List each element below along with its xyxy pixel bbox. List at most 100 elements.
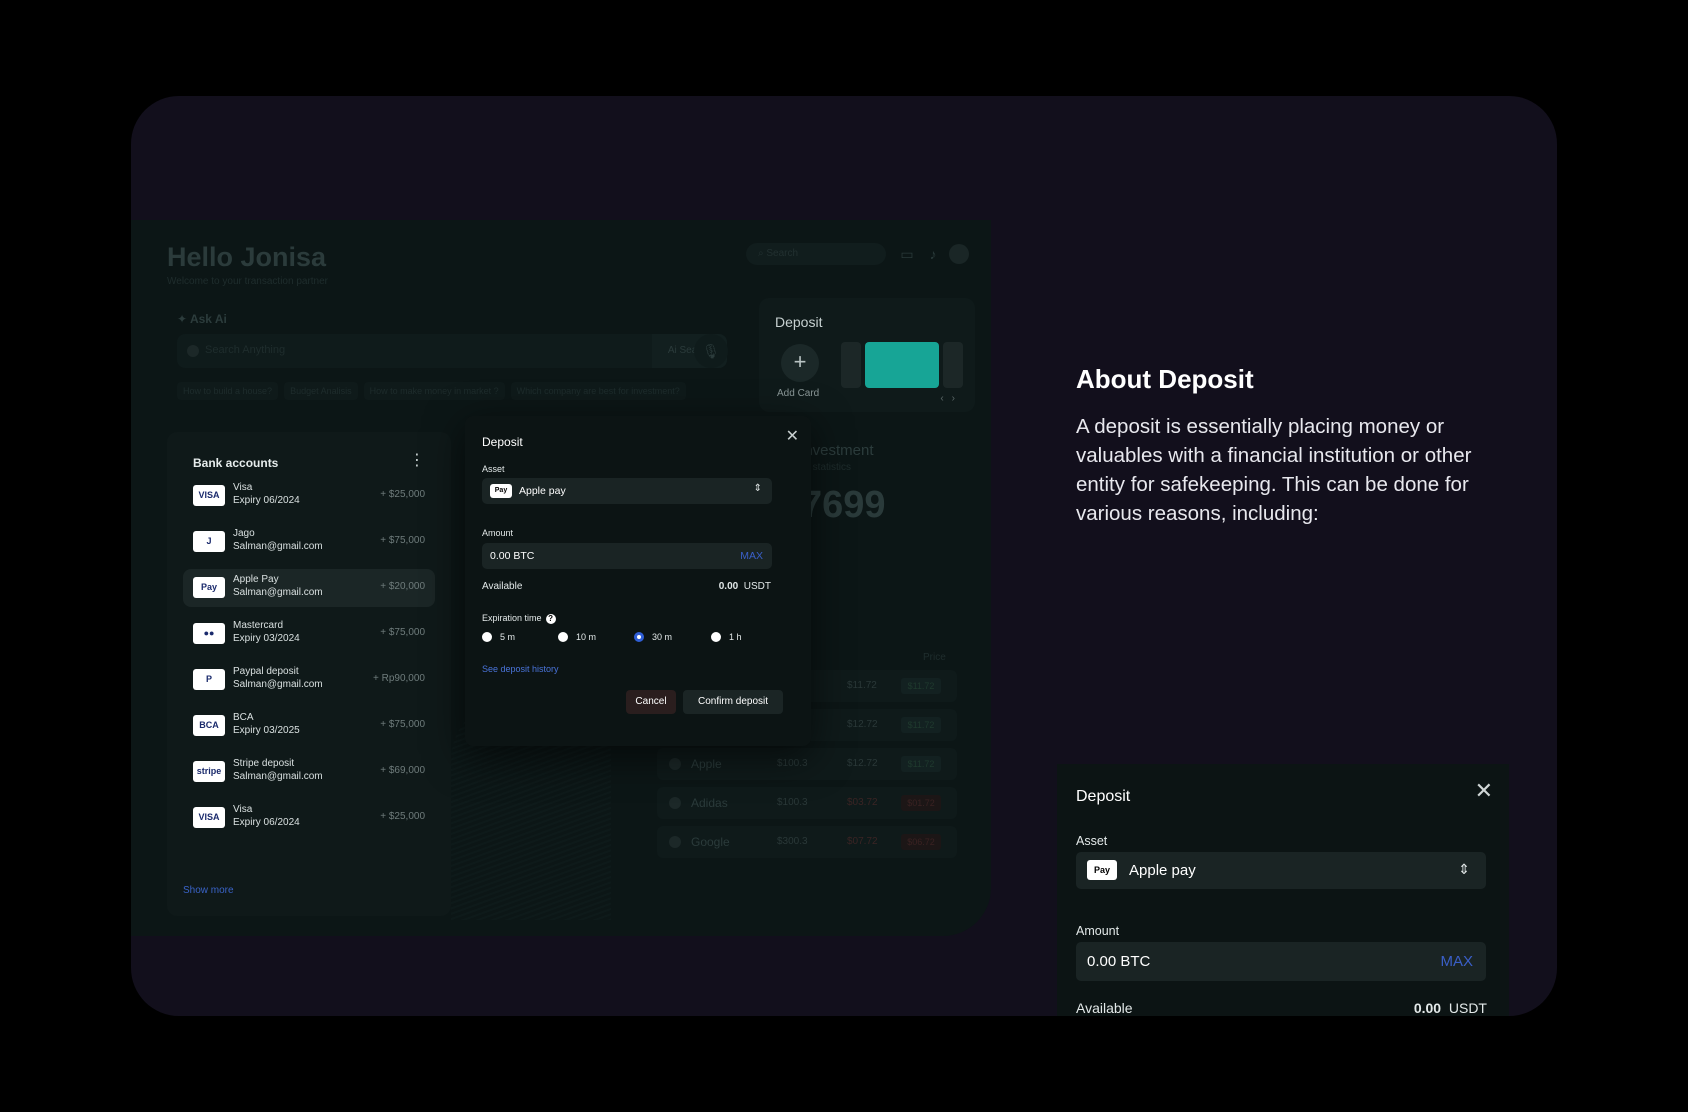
stock-badge: $11.72 [901,717,941,733]
about-heading: About Deposit [1076,364,1254,394]
account-detail: Salman@gmail.com [233,541,323,552]
available-value: 0.00 USDT [1413,1000,1487,1016]
ask-ai-placeholder: Search Anything [205,344,286,356]
amount-input[interactable]: 0.00 BTC MAX [482,543,772,569]
amount-label: Amount [1076,924,1120,938]
stock-price: $300.3 [777,836,808,847]
radio-30m[interactable]: 30 m [634,632,672,642]
confirm-deposit-button[interactable]: Confirm deposit [683,690,783,714]
card-thumbnail[interactable] [841,342,861,388]
chevron-up-down-icon: ⇕ [753,483,762,494]
help-icon[interactable]: ? [545,614,556,624]
account-amount: + $20,000 [380,581,425,592]
stock-row[interactable]: Google $300.3 $07.72 $06.72 [657,826,957,858]
asset-select[interactable]: Pay Apple pay ⇕ [482,478,772,504]
suggestion-chips: How to build a house? Budget Analisis Ho… [177,382,686,400]
account-name: BCA [233,712,254,723]
chevron-up-down-icon: ⇕ [1458,861,1470,877]
amount-input[interactable]: 0.00 BTC MAX [1076,942,1486,981]
account-amount: + Rp90,000 [373,673,425,684]
account-detail: Expiry 06/2024 [233,817,300,828]
account-name: Visa [233,482,253,493]
company-logo-icon [669,797,681,809]
deposit-modal: Deposit ✕ Asset Pay Apple pay ⇕ Amount 0… [465,416,811,746]
top-search-input[interactable]: ⌕ Search [746,243,886,265]
account-amount: + $69,000 [380,765,425,776]
ask-ai-search-bar[interactable]: Search Anything Ai Search [177,334,727,368]
account-amount: + $75,000 [380,535,425,546]
bank-logo-icon: ●● [193,623,225,644]
show-more-link[interactable]: Show more [183,885,234,896]
company-logo-icon [669,836,681,848]
stock-change: $03.72 [847,797,878,808]
bell-icon[interactable]: ♪ [923,244,943,264]
bank-account-row[interactable]: VISA Visa Expiry 06/2024 + $25,000 [183,799,435,837]
radio-circle[interactable] [711,632,721,642]
available-value: 0.00 USDT [718,581,771,592]
account-amount: + $25,000 [380,489,425,500]
about-body: A deposit is essentially placing money o… [1076,415,1472,525]
card-thumbnail[interactable] [943,342,963,388]
radio-circle-selected[interactable] [634,632,644,642]
card-carousel-arrows[interactable]: ‹› [940,393,963,404]
stock-badge: $06.72 [901,834,941,850]
add-card-label: Add Card [777,388,820,399]
price-header: Price [923,652,946,663]
close-icon[interactable]: ✕ [786,426,799,446]
bank-account-row[interactable]: ●● Mastercard Expiry 03/2024 + $75,000 [183,615,435,653]
stock-change: $12.72 [847,758,878,769]
folder-icon[interactable]: ▭ [897,244,917,264]
account-detail: Salman@gmail.com [233,771,323,782]
bank-account-row[interactable]: VISA Visa Expiry 06/2024 + $25,000 [183,477,435,515]
bank-account-row[interactable]: Pay Apple Pay Salman@gmail.com + $20,000 [183,569,435,607]
more-vertical-icon[interactable]: ⋮ [409,450,425,470]
radio-circle[interactable] [482,632,492,642]
max-button[interactable]: MAX [740,550,763,562]
account-name: Jago [233,528,255,539]
max-button[interactable]: MAX [1440,953,1473,970]
account-amount: + $75,000 [380,719,425,730]
account-name: Paypal deposit [233,666,299,677]
suggestion-chip[interactable]: How to build a house? [177,382,279,400]
radio-1h[interactable]: 1 h [711,632,742,642]
close-icon[interactable]: ✕ [1475,778,1493,804]
suggestion-chip[interactable]: Which company are best for investment? [510,382,686,400]
bank-logo-icon: J [193,531,225,552]
suggestion-chip[interactable]: Budget Analisis [284,382,358,400]
stock-row[interactable]: Apple $100.3 $12.72 $11.72 [657,748,957,780]
bank-account-row[interactable]: P Paypal deposit Salman@gmail.com + Rp90,00… [183,661,435,699]
avatar[interactable] [949,244,969,264]
available-label: Available [1076,1000,1133,1016]
amount-value: 0.00 BTC [490,550,535,562]
apple-pay-icon: Pay [1087,860,1117,880]
expiration-label: Expiration time? [482,613,556,624]
bank-account-row[interactable]: J Jago Salman@gmail.com + $75,000 [183,523,435,561]
dashboard-background: Hello Jonisa Welcome to your transaction… [131,220,991,936]
radio-5m[interactable]: 5 m [482,632,515,642]
stock-change: $12.72 [847,719,878,730]
stock-badge: $11.72 [901,756,941,772]
radio-circle[interactable] [558,632,568,642]
account-detail: Expiry 03/2025 [233,725,300,736]
bank-account-row[interactable]: BCA BCA Expiry 03/2025 + $75,000 [183,707,435,745]
account-detail: Salman@gmail.com [233,587,323,598]
deposit-card-title: Deposit [775,314,823,330]
stock-row[interactable]: Adidas $100.3 $03.72 $01.72 [657,787,957,819]
account-name: Apple Pay [233,574,279,585]
bank-account-row[interactable]: stripe Stripe deposit Salman@gmail.com + $6… [183,753,435,791]
radio-10m[interactable]: 10 m [558,632,596,642]
cancel-button[interactable]: Cancel [626,690,676,714]
modal-title: Deposit [1076,788,1131,805]
add-card-button[interactable]: + [781,344,819,382]
stock-badge: $01.72 [901,795,941,811]
stock-name: Google [691,835,730,849]
microphone-icon[interactable]: 🎙 [694,334,728,368]
card-thumbnail-selected[interactable] [865,342,939,388]
deposit-history-link[interactable]: See deposit history [482,664,559,674]
asset-select[interactable]: Pay Apple pay ⇕ [1076,852,1486,889]
account-amount: + $25,000 [380,811,425,822]
suggestion-chip[interactable]: How to make money in market ? [363,382,505,400]
account-detail: Expiry 03/2024 [233,633,300,644]
modal-title: Deposit [482,435,523,449]
company-logo-icon [669,758,681,770]
